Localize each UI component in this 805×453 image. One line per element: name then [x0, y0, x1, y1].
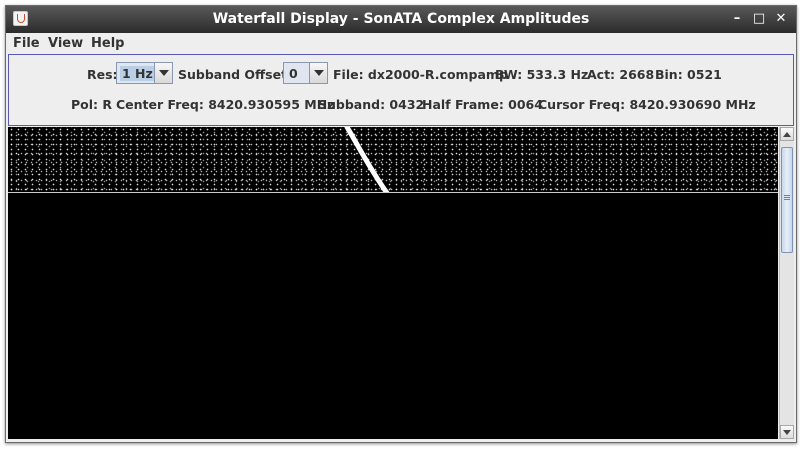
menu-view[interactable]: View: [48, 36, 83, 51]
bandwidth: BW: 533.3 Hz: [495, 67, 589, 82]
chevron-down-icon[interactable]: [154, 63, 172, 83]
res-select[interactable]: 1 Hz: [116, 62, 173, 84]
waterfall-boundary-line: [8, 192, 778, 193]
scroll-up-button[interactable]: [780, 127, 794, 141]
chevron-down-icon[interactable]: [309, 63, 327, 83]
subband-offset-select[interactable]: 0: [283, 62, 328, 84]
activity-id: Act: 2668: [587, 67, 655, 82]
menu-bar: File View Help: [6, 33, 796, 54]
scrollbar-thumb[interactable]: [781, 147, 793, 253]
half-frame: Half Frame: 0064: [422, 97, 543, 112]
file-name: File: dx2000-R.compamp: [333, 67, 508, 82]
waterfall-window: Waterfall Display - SonATA Complex Ampli…: [5, 5, 797, 443]
minimize-button[interactable]: –: [729, 12, 745, 26]
window-title: Waterfall Display - SonATA Complex Ampli…: [212, 11, 590, 27]
waterfall-display[interactable]: [8, 127, 778, 439]
scroll-down-button[interactable]: [780, 425, 794, 439]
vertical-scrollbar[interactable]: [779, 127, 794, 439]
menu-file[interactable]: File: [13, 36, 40, 51]
subband-offset-value: 0: [289, 66, 298, 81]
bin-number: Bin: 0521: [655, 67, 722, 82]
res-label: Res:: [87, 67, 118, 82]
maximize-button[interactable]: □: [751, 12, 767, 26]
info-panel: Res: 1 Hz Subband Offset: 0 File: dx2000…: [8, 54, 794, 126]
close-button[interactable]: ✕: [773, 12, 789, 26]
cursor-frequency: Cursor Freq: 8420.930690 MHz: [538, 97, 756, 112]
subband-number: Subband: 0432: [318, 97, 425, 112]
signal-trace: [344, 127, 390, 193]
subband-offset-label: Subband Offset:: [178, 67, 293, 82]
res-value: 1 Hz: [120, 66, 155, 81]
menu-help[interactable]: Help: [91, 36, 124, 51]
title-bar[interactable]: Waterfall Display - SonATA Complex Ampli…: [6, 6, 796, 33]
polarization: Pol: R: [71, 97, 113, 112]
center-frequency: Center Freq: 8420.930595 MHz: [116, 97, 335, 112]
